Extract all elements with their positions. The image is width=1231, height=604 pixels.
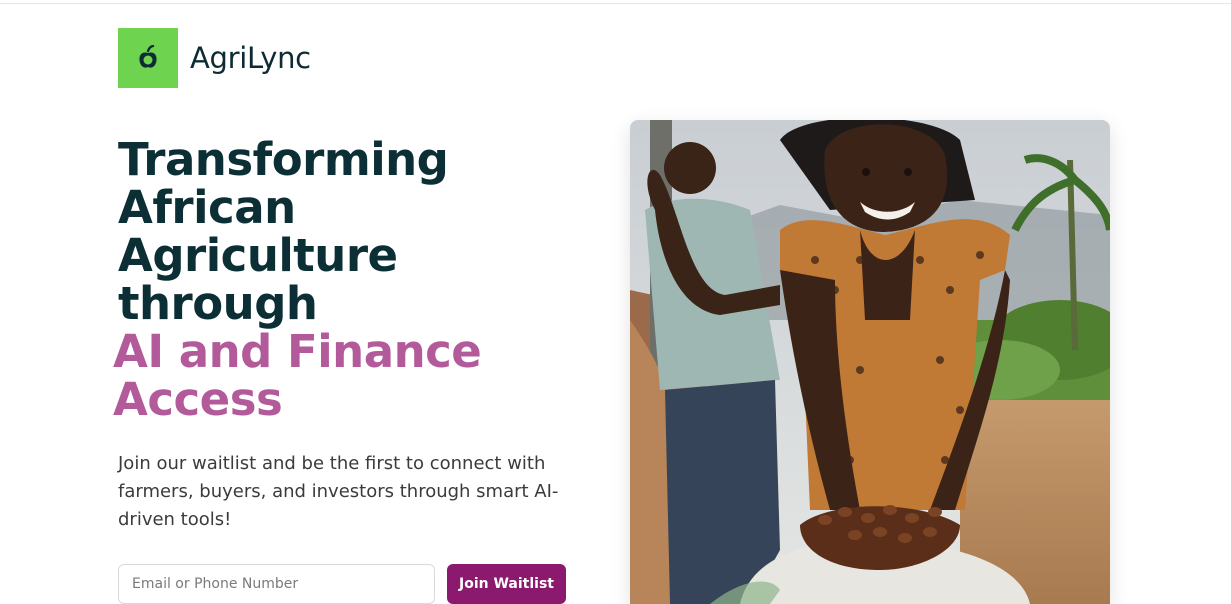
join-waitlist-button[interactable]: Join Waitlist (447, 564, 566, 604)
hero-accent-headline: AI and Finance Access (113, 328, 593, 424)
hero-subtext: Join our waitlist and be the first to co… (118, 453, 559, 530)
email-or-phone-input[interactable] (118, 564, 435, 604)
top-border (0, 0, 1231, 4)
accent-line: AI and Finance (113, 325, 482, 378)
headline-line: Transforming (118, 133, 449, 186)
accent-line: Access (113, 373, 283, 426)
apple-icon (118, 28, 178, 88)
headline-line: African (118, 181, 296, 234)
brand-name: AgriLync (190, 41, 311, 75)
hero-headline: Transforming African Agriculture through (118, 136, 598, 328)
brand-logo[interactable]: AgriLync (118, 28, 311, 88)
headline-line: through (118, 277, 318, 330)
headline-line: Agriculture (118, 229, 398, 282)
hero-photo (630, 120, 1110, 604)
waitlist-form: Join Waitlist (118, 564, 566, 604)
